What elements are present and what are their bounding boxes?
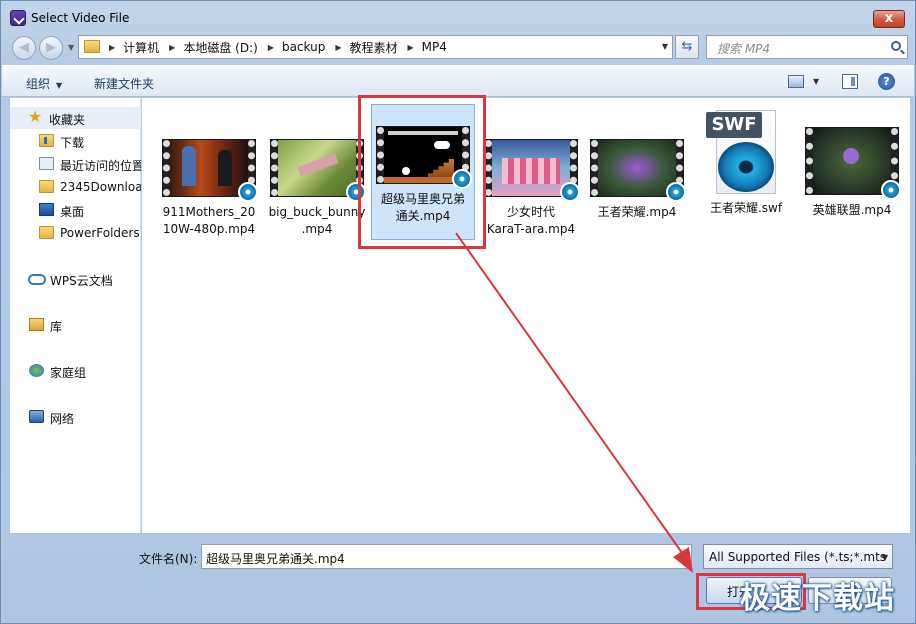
watermark-text: 极速下载站 (740, 581, 895, 616)
annotation-arrow (455, 232, 693, 573)
file-dialog-window: Select Video File x ◀ ▶ ▼ ▶ 计算机 ▶ 本地磁盘 (… (0, 0, 916, 624)
